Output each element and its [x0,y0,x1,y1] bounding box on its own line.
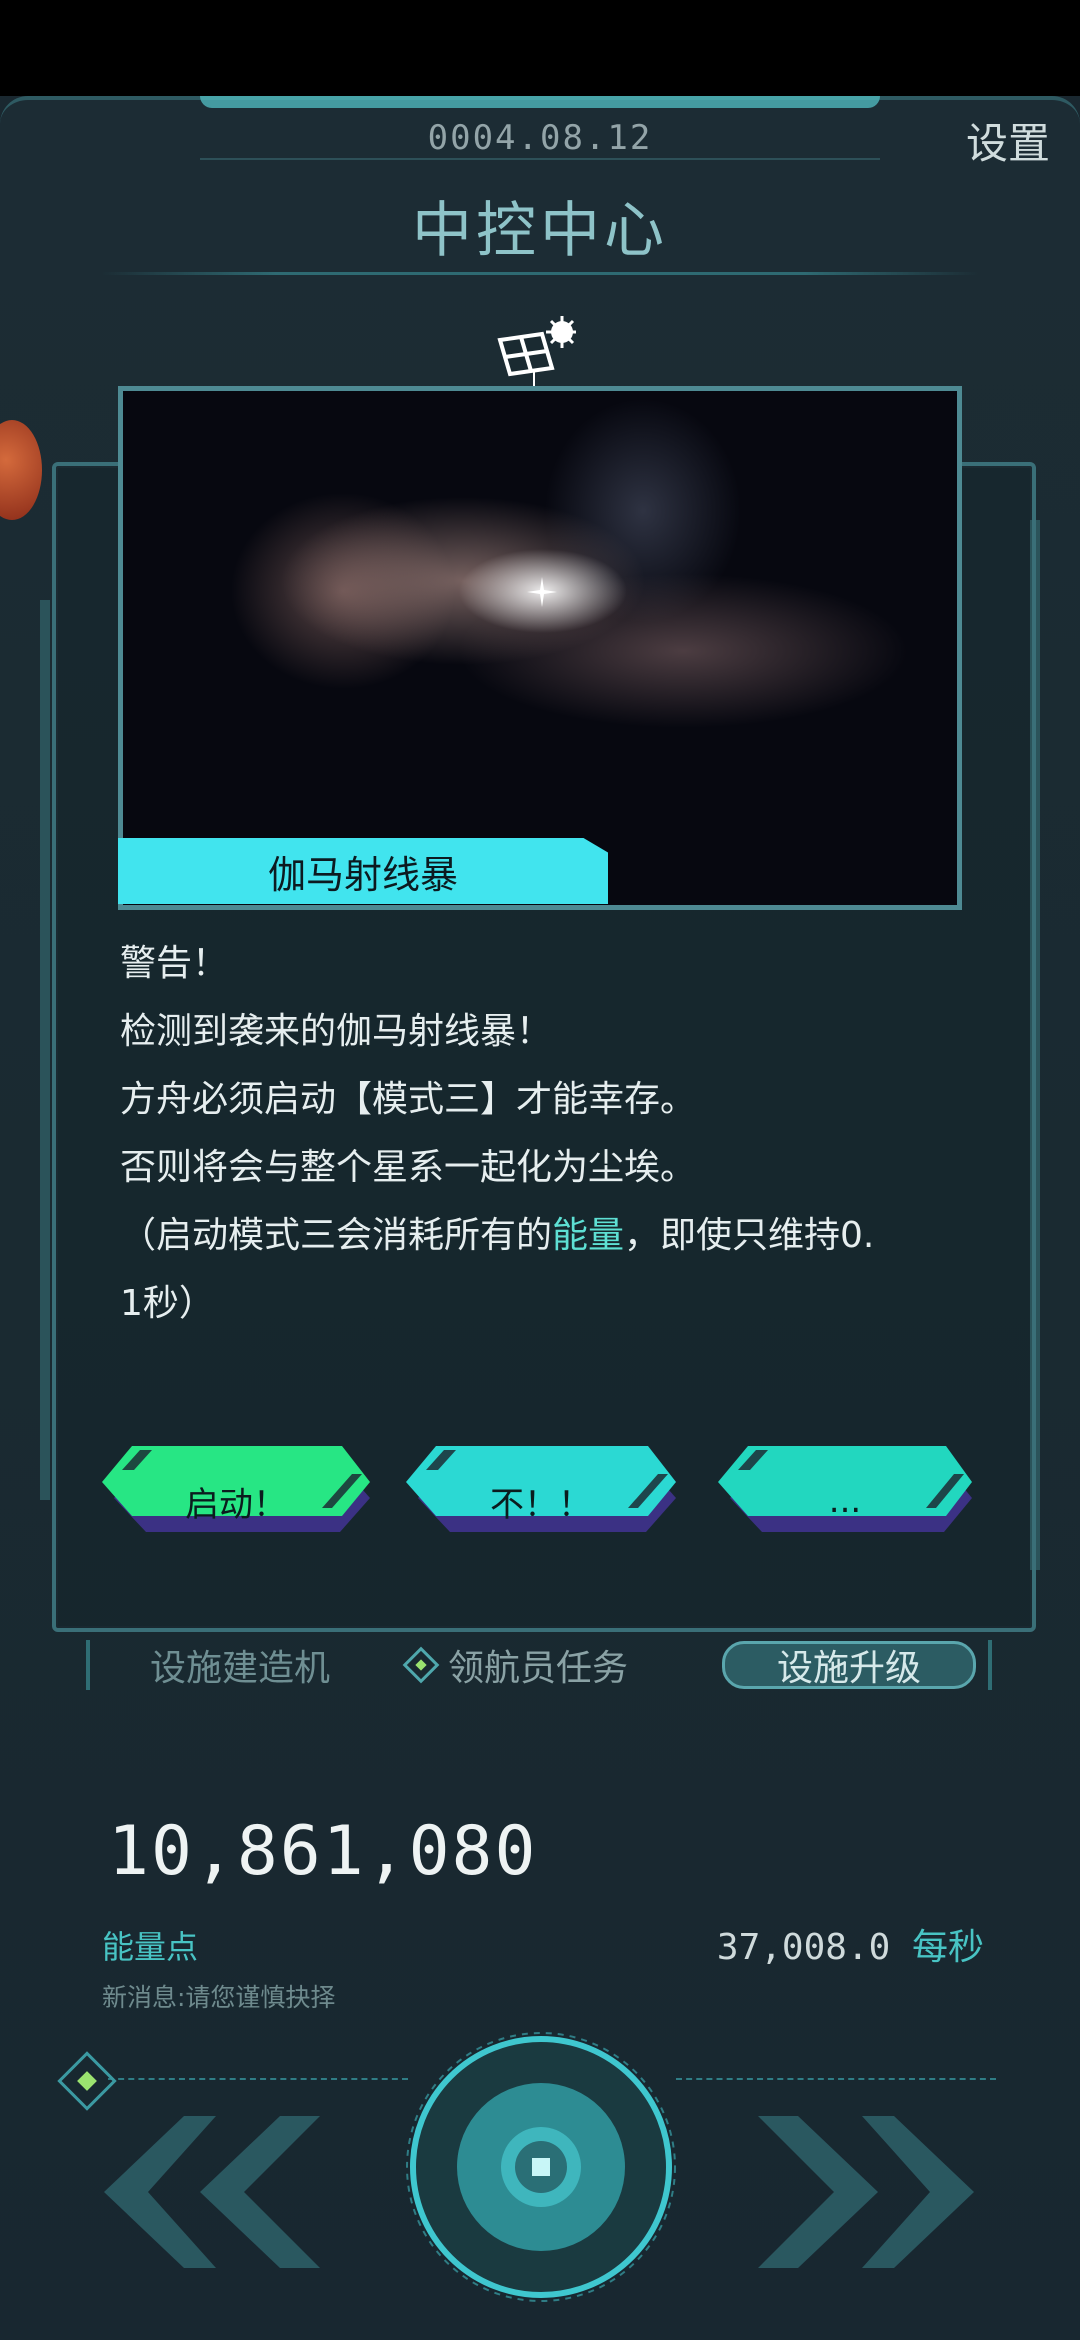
event-image [118,386,962,910]
tab-facility-upgrade[interactable]: 设施升级 [722,1641,976,1689]
tab-facility-builder[interactable]: 设施建造机 [150,1640,330,1690]
nebula-image [123,391,957,905]
message-line: （启动模式三会消耗所有的能量，即使只维持0. [120,1202,1000,1270]
news-ticker: 新消息:请您谨慎抉择 [102,1983,336,2012]
message-line: 方舟必须启动【模式三】才能幸存。 [120,1079,697,1120]
game-date: 0004.08.12 [427,118,653,158]
energy-keyword: 能量 [552,1215,625,1256]
title-divider [100,272,980,275]
event-image-caption: 伽马射线暴 [118,838,608,904]
message-line: 警告！ [120,943,229,984]
message-line: 1秒） [120,1283,215,1324]
start-button[interactable]: 启动！ [102,1446,370,1556]
settings-button[interactable]: 设置 [966,110,1050,171]
event-message: 警告！ 检测到袭来的伽马射线暴！ 方舟必须启动【模式三】才能幸存。 否则将会与整… [120,930,1000,1338]
more-button-label: ... [828,1481,862,1521]
refuse-button[interactable]: 不！！ [406,1446,676,1556]
diamond-marker-icon [402,1646,440,1684]
message-suffix: ，即使只维持0. [624,1215,875,1256]
energy-rate: 37,008.0 每秒 [717,1918,984,1970]
date-divider [200,158,880,160]
start-button-label: 启动！ [185,1484,287,1525]
center-core-button-icon[interactable] [404,2030,678,2304]
message-line: 检测到袭来的伽马射线暴！ [120,1011,553,1052]
energy-rate-value: 37,008.0 [716,1927,891,1968]
energy-total: 10,861,080 [108,1812,538,1891]
top-accent [200,96,880,108]
double-chevron-right-icon[interactable] [758,2116,974,2268]
energy-label: 能量点 [102,1928,199,1966]
status-bar [0,0,1080,96]
satellite-icon [497,316,576,386]
dashed-divider-left [108,2078,408,2080]
star-flare-icon [527,577,557,607]
message-prefix: （启动模式三会消耗所有的 [120,1215,553,1256]
tab-navigator-missions[interactable]: 领航员任务 [402,1640,629,1690]
double-chevron-left-icon[interactable] [104,2116,320,2268]
message-line: 否则将会与整个星系一起化为尘埃。 [120,1147,697,1188]
facility-tab-bar: 设施建造机 领航员任务 设施升级 [86,1640,992,1690]
panel-rail-left [40,600,50,1500]
dashed-divider-right [676,2078,996,2080]
refuse-button-label: 不！！ [490,1484,592,1525]
page-title: 中控中心 [412,196,668,266]
more-button[interactable]: ... [718,1446,972,1556]
energy-rate-unit: 每秒 [911,1927,984,1968]
tab-navigator-label: 领航员任务 [448,1648,629,1689]
